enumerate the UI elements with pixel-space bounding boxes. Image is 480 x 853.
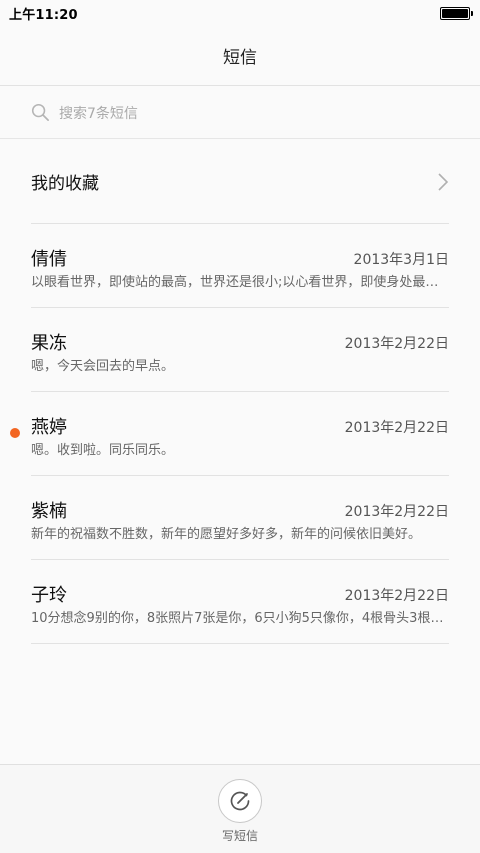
favorites-row[interactable]: 我的收藏 (31, 140, 449, 224)
title-bar: 短信 (0, 26, 480, 86)
message-item-zinan[interactable]: 紫楠 2013年2月22日 新年的祝福数不胜数，新年的愿望好多好多，新年的问候依… (0, 476, 480, 560)
message-preview: 10分想念9别的你，8张照片7张是你，6只小狗5只像你，4根骨头3根给你。 (31, 611, 449, 626)
message-date: 2013年2月22日 (344, 336, 449, 352)
message-content: 子玲 2013年2月22日 10分想念9别的你，8张照片7张是你，6只小狗5只像… (31, 560, 449, 644)
message-sender: 燕婷 (31, 417, 67, 438)
message-sender: 紫楠 (31, 501, 67, 522)
message-content: 燕婷 2013年2月22日 嗯。收到啦。同乐同乐。 (31, 392, 449, 476)
message-date: 2013年2月22日 (344, 420, 449, 436)
message-list: 倩倩 2013年3月1日 以眼看世界，即使站的最高，世界还是很小;以心看世界，即… (0, 224, 480, 644)
bottom-toolbar: 写短信 (0, 764, 480, 853)
message-sender: 子玲 (31, 585, 67, 606)
message-sender: 果冻 (31, 333, 67, 354)
message-item-guodong[interactable]: 果冻 2013年2月22日 嗯，今天会回去的早点。 (0, 308, 480, 392)
message-preview: 以眼看世界，即使站的最高，世界还是很小;以心看世界，即使身处最低，世界也是很大。 (31, 275, 449, 290)
message-date: 2013年3月1日 (353, 252, 449, 268)
compose-label: 写短信 (221, 829, 258, 843)
status-time: 上午11:20 (9, 7, 78, 23)
message-item-yanting[interactable]: 燕婷 2013年2月22日 嗯。收到啦。同乐同乐。 (0, 392, 480, 476)
search-bar[interactable]: 搜索7条短信 (0, 87, 480, 139)
message-item-qianqian[interactable]: 倩倩 2013年3月1日 以眼看世界，即使站的最高，世界还是很小;以心看世界，即… (0, 224, 480, 308)
message-content: 果冻 2013年2月22日 嗯，今天会回去的早点。 (31, 308, 449, 392)
search-input[interactable]: 搜索7条短信 (59, 103, 138, 123)
unread-dot-icon (10, 428, 20, 438)
message-content: 倩倩 2013年3月1日 以眼看世界，即使站的最高，世界还是很小;以心看世界，即… (31, 224, 449, 308)
message-content: 紫楠 2013年2月22日 新年的祝福数不胜数，新年的愿望好多好多，新年的问候依… (31, 476, 449, 560)
message-date: 2013年2月22日 (344, 588, 449, 604)
compose-icon (230, 791, 250, 811)
favorites-label: 我的收藏 (31, 174, 99, 194)
search-icon (31, 103, 49, 121)
message-item-ziling[interactable]: 子玲 2013年2月22日 10分想念9别的你，8张照片7张是你，6只小狗5只像… (0, 560, 480, 644)
message-sender: 倩倩 (31, 249, 67, 270)
message-preview: 嗯，今天会回去的早点。 (31, 359, 175, 374)
status-bar: 上午11:20 (0, 0, 480, 26)
message-preview: 嗯。收到啦。同乐同乐。 (31, 443, 175, 458)
compose-button[interactable] (218, 779, 262, 823)
battery-level (442, 8, 468, 18)
chevron-right-icon (438, 172, 449, 191)
message-date: 2013年2月22日 (344, 504, 449, 520)
message-preview: 新年的祝福数不胜数，新年的愿望好多好多，新年的问候依旧美好。 (31, 527, 422, 542)
battery-icon (440, 6, 473, 20)
page-title: 短信 (223, 48, 257, 68)
